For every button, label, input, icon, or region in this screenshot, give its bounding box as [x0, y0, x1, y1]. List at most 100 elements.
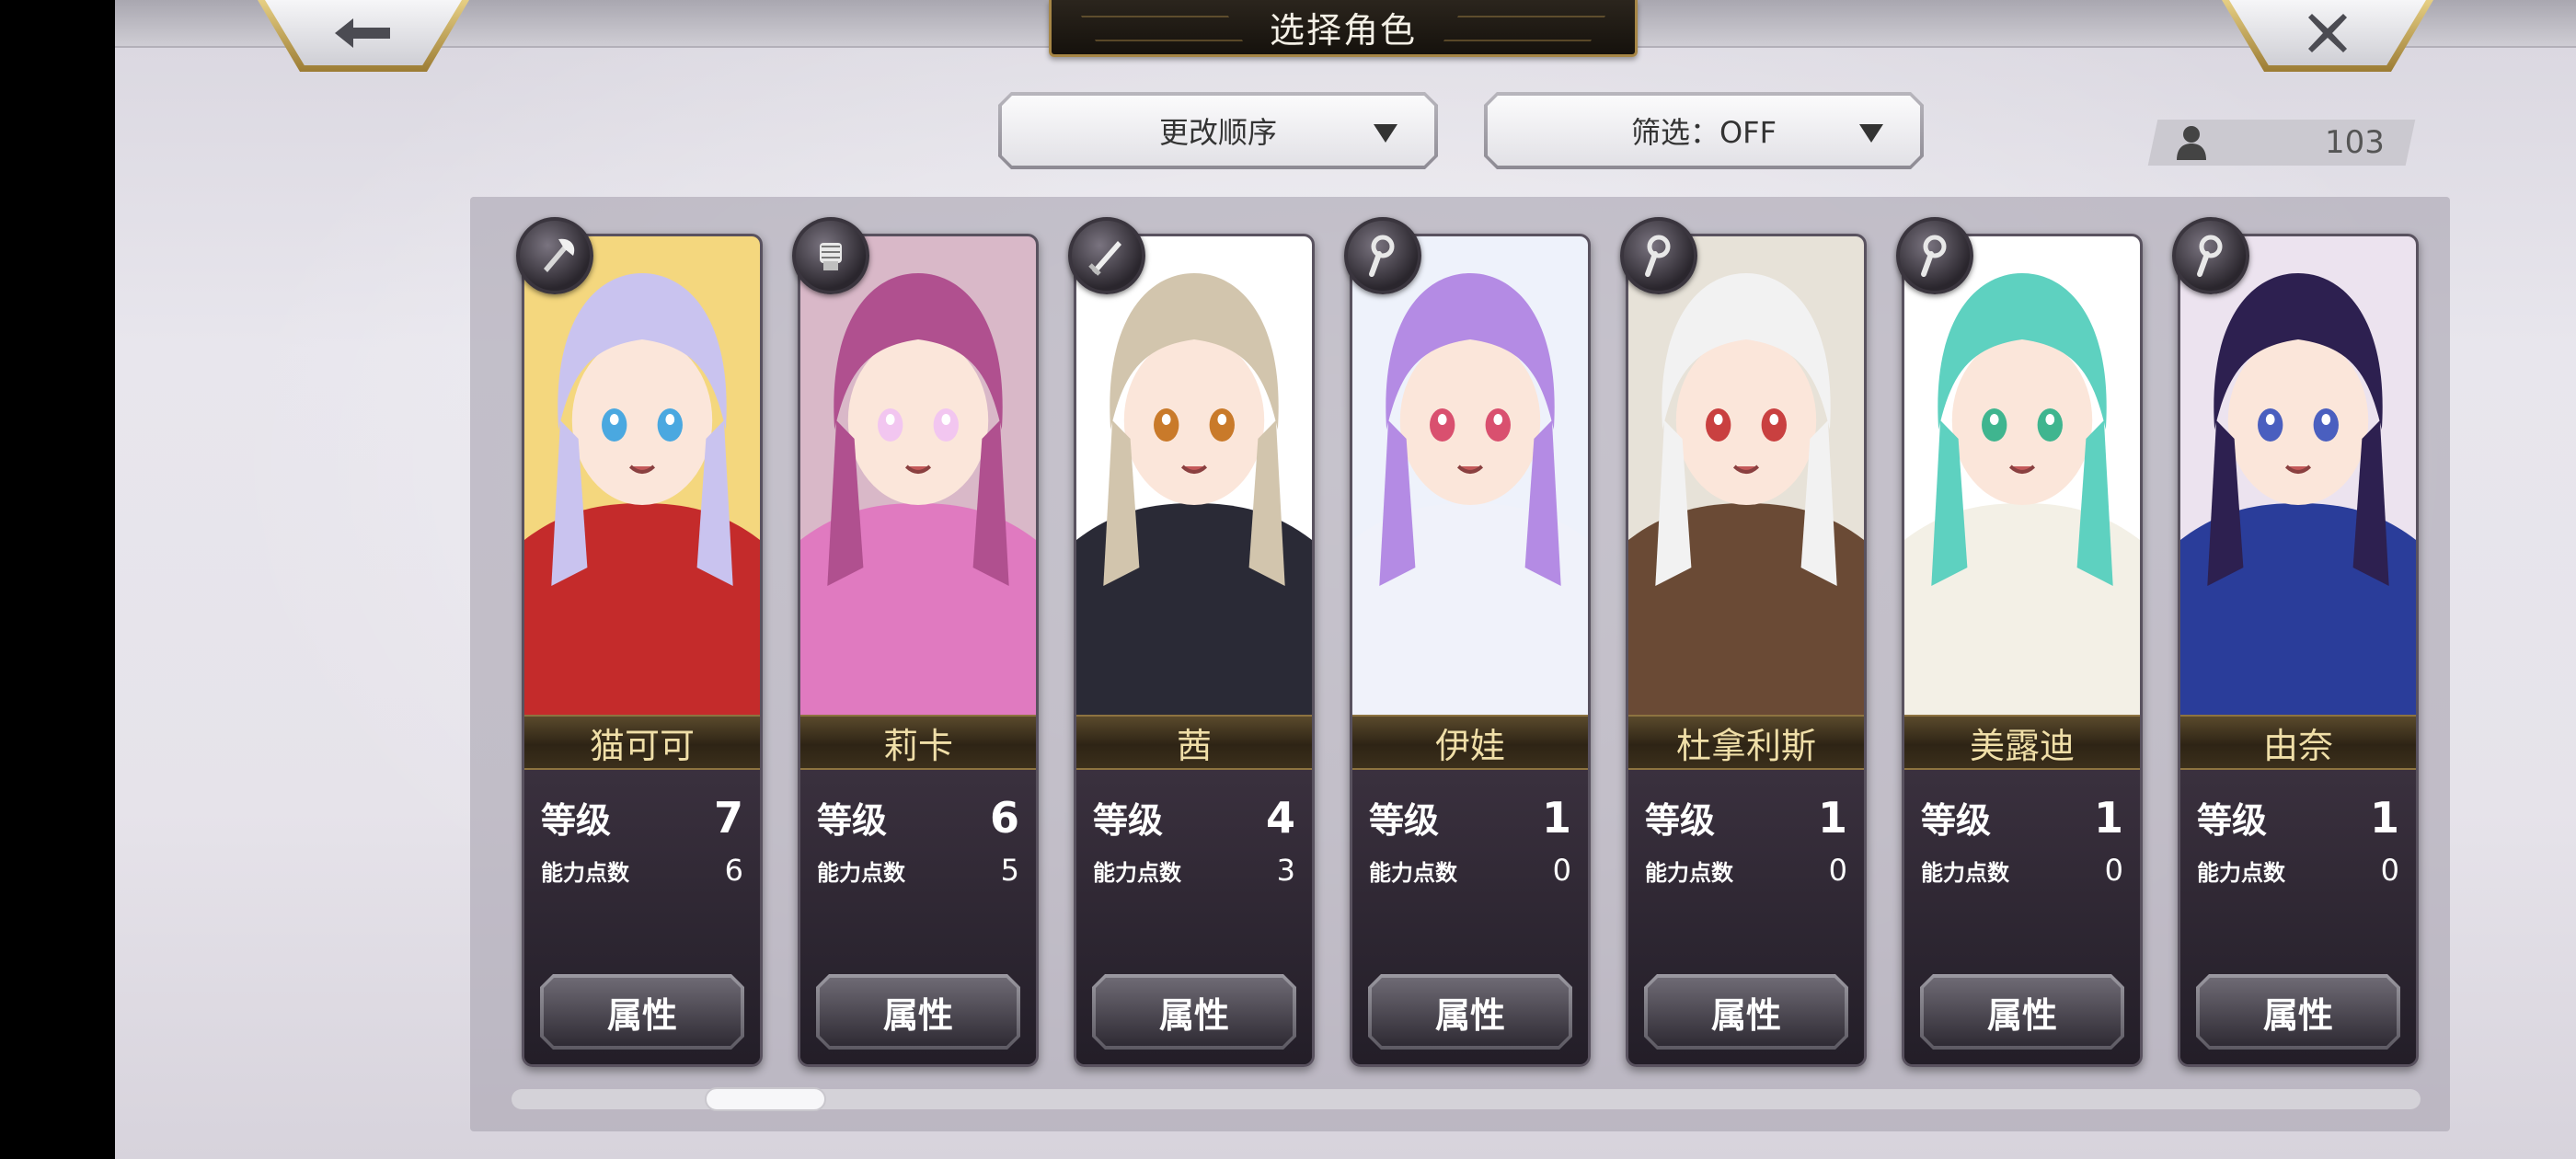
chevron-down-icon	[1374, 124, 1397, 143]
level-value: 6	[989, 793, 1019, 843]
character-name-plate: 由奈	[2180, 715, 2416, 770]
filter-label: 筛选：OFF	[1630, 115, 1777, 150]
ability-points-label: 能力点数	[2197, 860, 2285, 886]
level-row: 等级 4	[1093, 792, 1295, 843]
level-row: 等级 1	[2197, 792, 2399, 843]
character-name-plate: 猫可可	[524, 715, 760, 770]
attributes-button-label: 属性	[2200, 978, 2397, 1046]
attributes-button-label: 属性	[1924, 978, 2121, 1046]
character-name: 茜	[1176, 725, 1212, 766]
staff-icon	[2172, 217, 2249, 294]
level-label: 等级	[1093, 800, 1164, 841]
chevron-down-icon	[1859, 124, 1883, 143]
character-card[interactable]: 猫可可 等级 7 能力点数 6 属性	[522, 234, 763, 1067]
character-name-plate: 伊娃	[1352, 715, 1588, 770]
level-label: 等级	[817, 800, 888, 841]
character-name: 杜拿利斯	[1675, 725, 1816, 766]
arrow-left-icon	[335, 17, 390, 48]
attributes-button-label: 属性	[544, 978, 741, 1046]
ability-points-value: 5	[1000, 853, 1019, 888]
character-stats: 等级 7 能力点数 6 属性	[524, 770, 760, 1064]
ability-points-label: 能力点数	[1921, 860, 2009, 886]
unit-count: 103	[2325, 124, 2385, 161]
sort-order-dropdown[interactable]: 更改顺序	[998, 92, 1438, 169]
ability-points-value: 0	[1828, 853, 1847, 888]
level-value: 1	[1541, 793, 1571, 843]
attributes-button[interactable]: 属性	[1644, 974, 1848, 1050]
ability-points-row: 能力点数 5	[817, 853, 1019, 888]
level-label: 等级	[1921, 800, 1992, 841]
level-value: 4	[1265, 793, 1295, 843]
character-card[interactable]: 杜拿利斯 等级 1 能力点数 0 属性	[1626, 234, 1867, 1067]
character-name-plate: 莉卡	[800, 715, 1036, 770]
attributes-button[interactable]: 属性	[2196, 974, 2400, 1050]
ability-points-value: 3	[1276, 853, 1295, 888]
character-name: 猫可可	[589, 725, 695, 766]
character-name: 美露迪	[1969, 725, 2075, 766]
character-name: 伊娃	[1434, 725, 1505, 766]
scrollbar-thumb[interactable]	[704, 1087, 826, 1111]
character-stats: 等级 6 能力点数 5 属性	[800, 770, 1036, 1064]
character-name-plate: 美露迪	[1904, 715, 2140, 770]
axe-icon	[516, 217, 593, 294]
character-stats: 等级 1 能力点数 0 属性	[1904, 770, 2140, 1064]
character-portrait	[1904, 236, 2140, 715]
character-stats: 等级 1 能力点数 0 属性	[1628, 770, 1864, 1064]
level-row: 等级 7	[541, 792, 743, 843]
ability-points-row: 能力点数 0	[1921, 853, 2123, 888]
character-portrait	[524, 236, 760, 715]
filter-dropdown[interactable]: 筛选：OFF	[1484, 92, 1924, 169]
ability-points-label: 能力点数	[1369, 860, 1457, 886]
ability-points-label: 能力点数	[541, 860, 629, 886]
character-portrait	[2180, 236, 2416, 715]
attributes-button-label: 属性	[1648, 978, 1845, 1046]
ability-points-row: 能力点数 0	[1369, 853, 1571, 888]
unit-counter: 103	[2147, 120, 2416, 166]
character-portrait	[1352, 236, 1588, 715]
attributes-button[interactable]: 属性	[1092, 974, 1296, 1050]
attributes-button[interactable]: 属性	[540, 974, 744, 1050]
level-row: 等级 1	[1369, 792, 1571, 843]
level-value: 1	[2369, 793, 2399, 843]
staff-icon	[1620, 217, 1697, 294]
level-label: 等级	[2197, 800, 2268, 841]
sword-icon	[1068, 217, 1145, 294]
staff-icon	[1344, 217, 1421, 294]
person-icon	[2177, 126, 2206, 160]
back-button[interactable]	[258, 0, 469, 72]
attributes-button-label: 属性	[1372, 978, 1569, 1046]
ability-points-value: 6	[724, 853, 743, 888]
character-portrait	[1076, 236, 1312, 715]
roster-panel: 猫可可 等级 7 能力点数 6 属性 莉卡 等级 6 能力点数 5 属性 茜 等…	[470, 197, 2450, 1131]
character-stats: 等级 1 能力点数 0 属性	[2180, 770, 2416, 1064]
character-card[interactable]: 伊娃 等级 1 能力点数 0 属性	[1350, 234, 1591, 1067]
character-name-plate: 杜拿利斯	[1628, 715, 1864, 770]
ability-points-label: 能力点数	[1093, 860, 1181, 886]
character-card[interactable]: 莉卡 等级 6 能力点数 5 属性	[798, 234, 1039, 1067]
character-name-plate: 茜	[1076, 715, 1312, 770]
character-portrait	[800, 236, 1036, 715]
character-card[interactable]: 美露迪 等级 1 能力点数 0 属性	[1902, 234, 2143, 1067]
level-row: 等级 1	[1645, 792, 1847, 843]
attributes-button[interactable]: 属性	[1920, 974, 2124, 1050]
character-card[interactable]: 由奈 等级 1 能力点数 0 属性	[2178, 234, 2419, 1067]
level-value: 1	[1817, 793, 1847, 843]
page-title: 选择角色	[1269, 10, 1417, 51]
character-name: 由奈	[2262, 725, 2333, 766]
attributes-button-label: 属性	[820, 978, 1017, 1046]
close-button[interactable]	[2222, 0, 2433, 72]
level-label: 等级	[541, 800, 612, 841]
ability-points-row: 能力点数 0	[1645, 853, 1847, 888]
character-card-list: 猫可可 等级 7 能力点数 6 属性 莉卡 等级 6 能力点数 5 属性 茜 等…	[470, 197, 2450, 1080]
attributes-button-label: 属性	[1096, 978, 1293, 1046]
attributes-button[interactable]: 属性	[1368, 974, 1572, 1050]
character-card[interactable]: 茜 等级 4 能力点数 3 属性	[1074, 234, 1315, 1067]
ability-points-row: 能力点数 3	[1093, 853, 1295, 888]
character-stats: 等级 4 能力点数 3 属性	[1076, 770, 1312, 1064]
level-row: 等级 6	[817, 792, 1019, 843]
attributes-button[interactable]: 属性	[816, 974, 1020, 1050]
character-portrait	[1628, 236, 1864, 715]
character-name: 莉卡	[882, 725, 953, 766]
sort-order-label: 更改顺序	[1158, 115, 1277, 150]
ability-points-value: 0	[2104, 853, 2123, 888]
